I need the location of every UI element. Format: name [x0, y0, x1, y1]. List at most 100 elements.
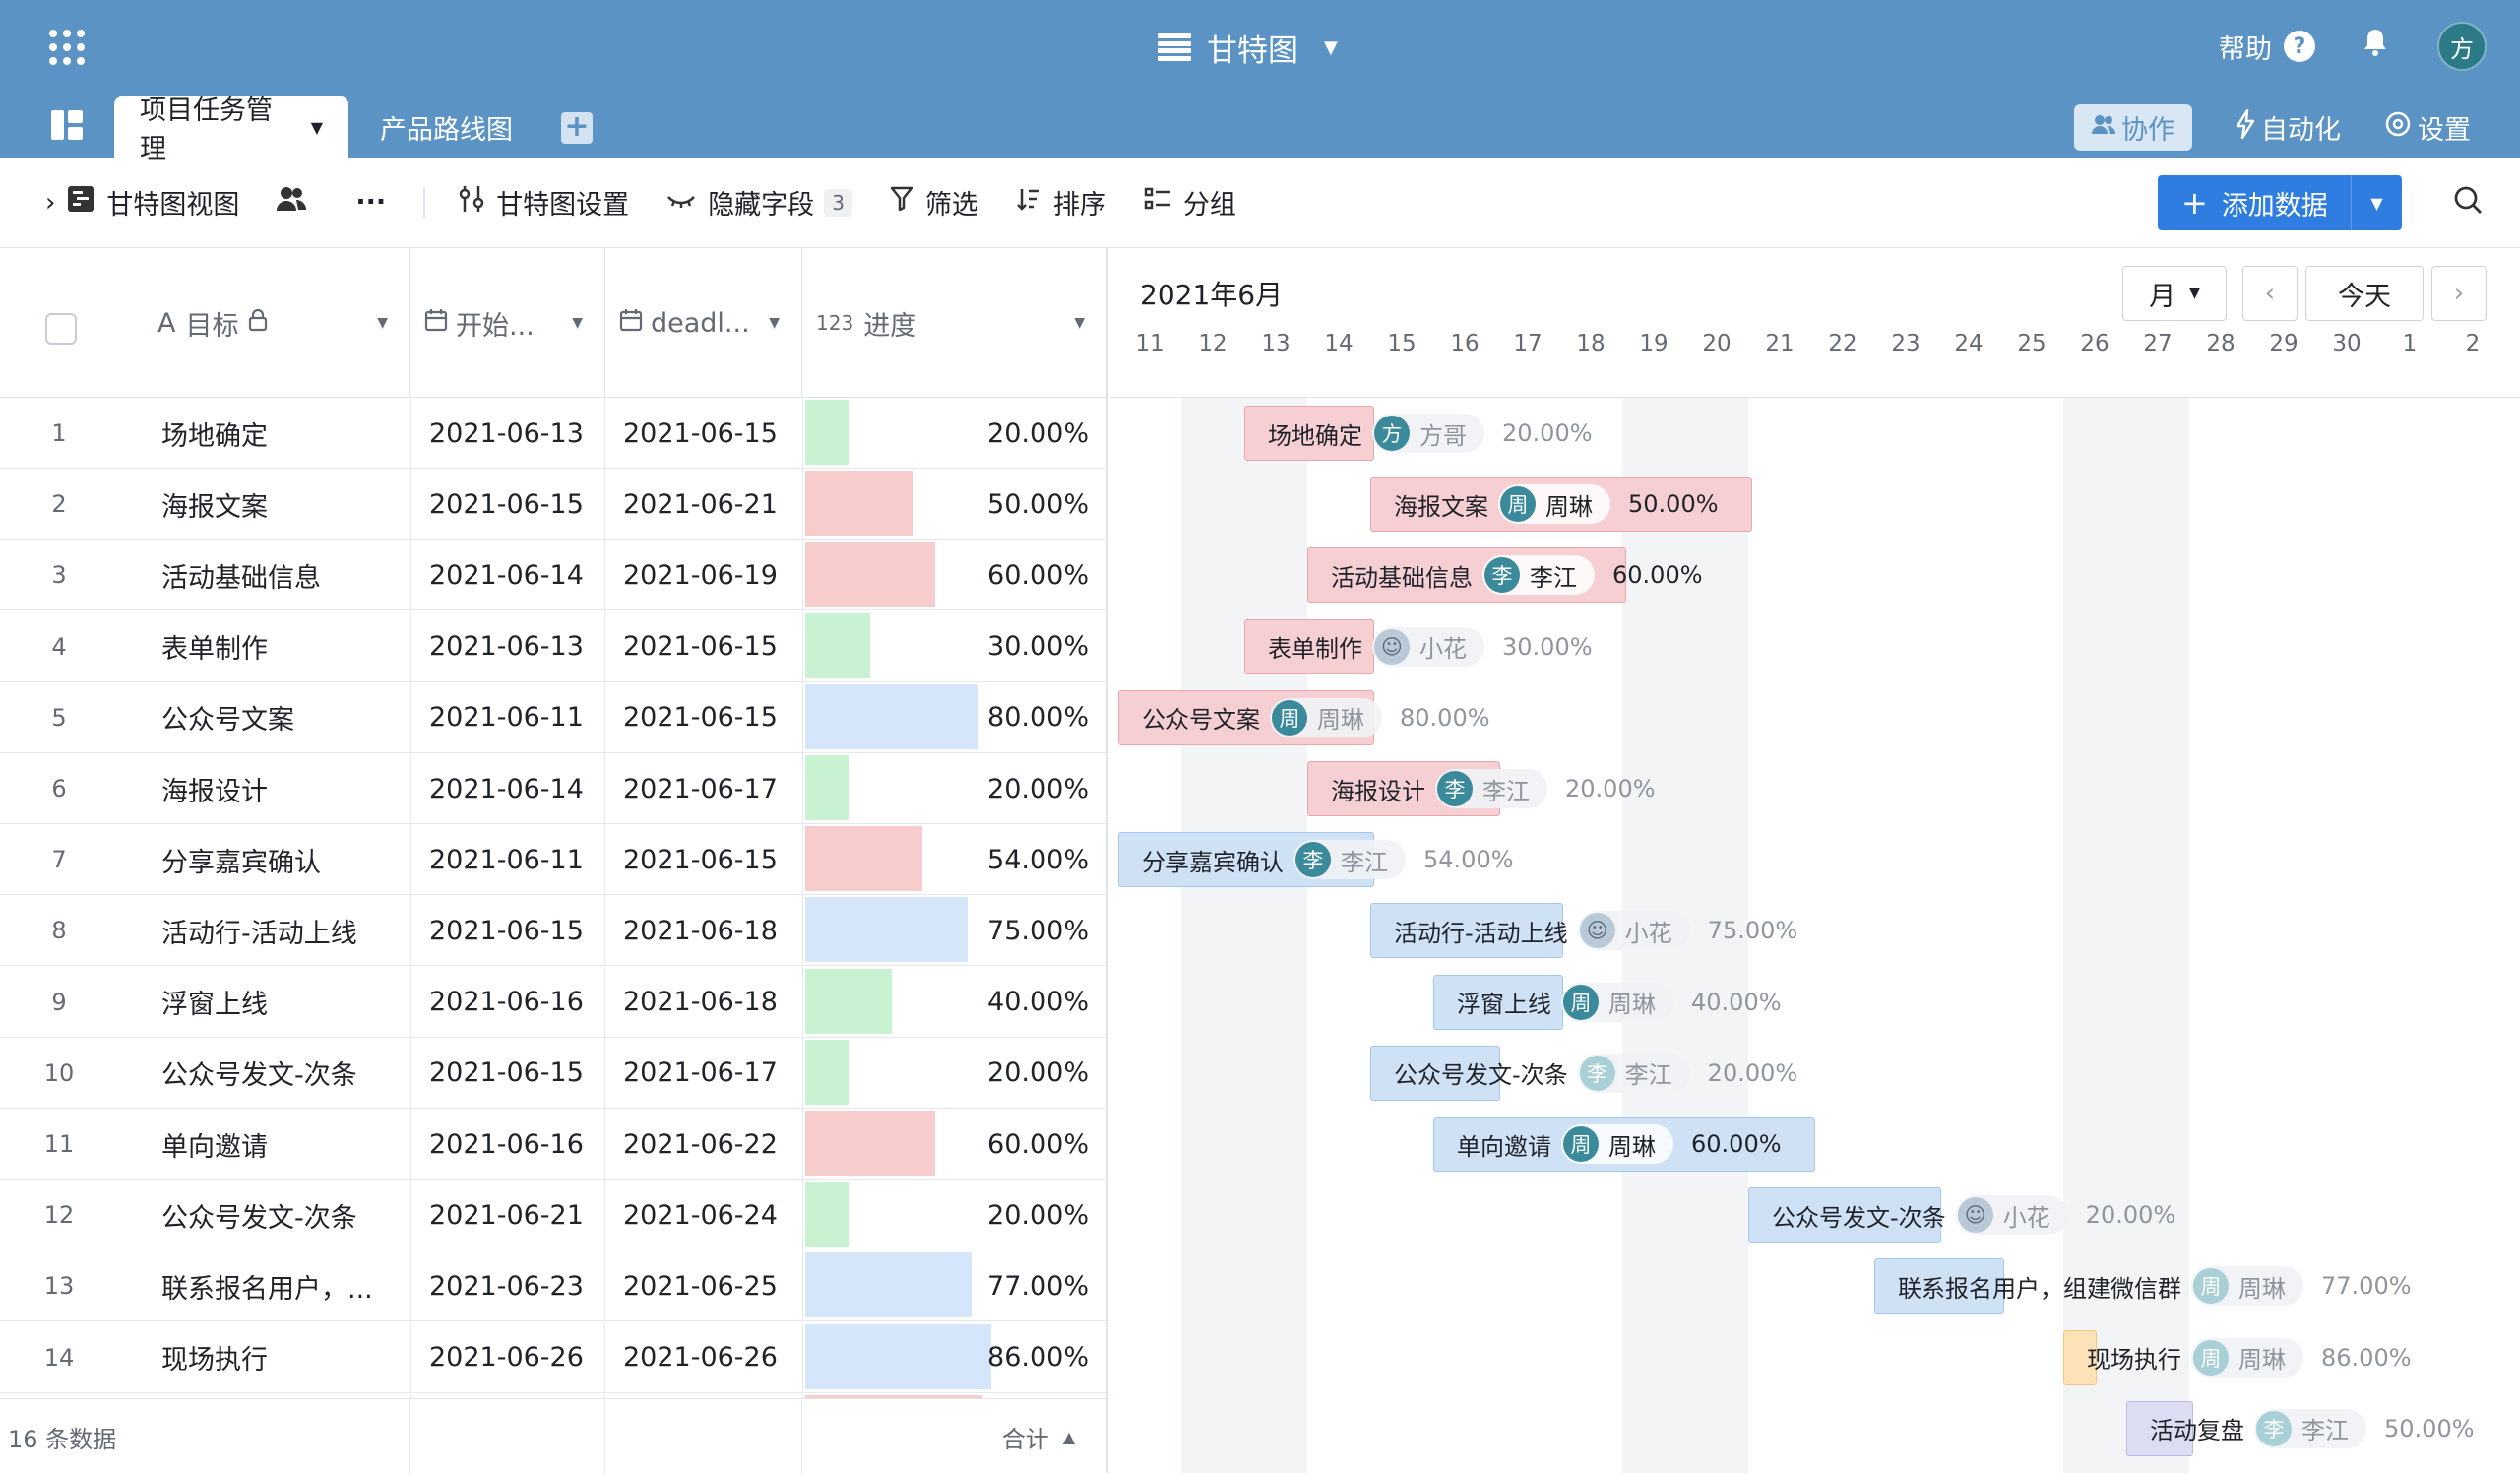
apps-grid-icon[interactable]: [49, 30, 85, 65]
progress-cell[interactable]: 30.00%: [802, 610, 1106, 682]
app-title[interactable]: 甘特图 ▼: [1158, 26, 1338, 69]
task-title-cell[interactable]: 浮窗上线: [161, 967, 408, 1038]
sort-button[interactable]: 排序: [1016, 183, 1106, 222]
more-options-button[interactable]: ···: [355, 187, 386, 218]
start-date-cell[interactable]: 2021-06-15: [410, 1037, 603, 1109]
start-date-cell[interactable]: 2021-06-26: [410, 1321, 603, 1393]
gantt-bar-label[interactable]: 分享嘉宾确认 李 李江 54.00%: [1142, 832, 1514, 887]
progress-cell[interactable]: 40.00%: [802, 966, 1106, 1038]
start-date-cell[interactable]: 2021-06-16: [410, 1109, 603, 1180]
expand-sidebar-button[interactable]: ›: [45, 188, 55, 218]
next-button[interactable]: ›: [2431, 266, 2487, 321]
assignee-chip[interactable]: 李 李江: [1293, 840, 1406, 880]
chevron-down-icon[interactable]: ▼: [572, 315, 583, 331]
table-row[interactable]: 8 活动行-活动上线 2021-06-15 2021-06-18 75.00%: [0, 895, 1106, 967]
start-date-cell[interactable]: 2021-06-11: [410, 824, 603, 896]
gantt-bar-label[interactable]: 表单制作 ☺ 小花 30.00%: [1268, 619, 1593, 674]
progress-cell[interactable]: 77.00%: [802, 1250, 1106, 1322]
bell-icon[interactable]: [2362, 28, 2388, 65]
progress-cell[interactable]: 20.00%: [802, 1037, 1106, 1109]
table-row[interactable]: 9 浮窗上线 2021-06-16 2021-06-18 40.00%: [0, 966, 1106, 1038]
start-date-cell[interactable]: 2021-06-16: [410, 966, 603, 1038]
gantt-bar-label[interactable]: 活动复盘 李 李江 50.00%: [2150, 1401, 2475, 1456]
table-row[interactable]: 13 联系报名用户，... 2021-06-23 2021-06-25 77.0…: [0, 1250, 1106, 1322]
prev-button[interactable]: ‹: [2242, 266, 2298, 321]
assignee-chip[interactable]: 周 周琳: [1270, 697, 1382, 737]
gantt-bar-label[interactable]: 公众号发文-次条 李 李江 20.00%: [1394, 1046, 1797, 1101]
gantt-bar-label[interactable]: 浮窗上线 周 周琳 40.00%: [1457, 975, 1782, 1030]
assignee-chip[interactable]: 周 周琳: [2191, 1266, 2303, 1307]
deadline-cell[interactable]: 2021-06-15: [604, 681, 801, 753]
tab-project-tasks[interactable]: 项目任务管理 ▼: [114, 96, 348, 164]
gantt-bar-label[interactable]: 单向邀请 周 周琳 60.00%: [1457, 1117, 1782, 1172]
assignee-chip[interactable]: 李 李江: [1577, 1053, 1690, 1093]
footer-cell[interactable]: 合计 ▲: [801, 1399, 1106, 1474]
assignee-chip[interactable]: 李 李江: [1482, 555, 1595, 596]
progress-cell[interactable]: 50.00%: [802, 469, 1106, 541]
search-icon[interactable]: [2453, 185, 2483, 215]
table-row[interactable]: 2 海报文案 2021-06-15 2021-06-21 50.00%: [0, 469, 1106, 541]
task-title-cell[interactable]: 海报文案: [161, 469, 408, 540]
chevron-down-icon[interactable]: ▼: [1074, 315, 1085, 331]
start-date-cell[interactable]: 2021-06-14: [410, 540, 603, 611]
table-row[interactable]: 6 海报设计 2021-06-14 2021-06-17 20.00%: [0, 753, 1106, 824]
column-header-progress[interactable]: 123 进度 ▼: [801, 248, 1106, 398]
assignee-chip[interactable]: ☺ 小花: [1955, 1195, 2068, 1236]
start-date-cell[interactable]: 2021-06-15: [410, 469, 603, 541]
task-title-cell[interactable]: 活动基础信息: [161, 540, 408, 610]
task-title-cell[interactable]: 活动行-活动上线: [161, 895, 408, 966]
deadline-cell[interactable]: 2021-06-15: [604, 824, 801, 896]
table-row[interactable]: 1 场地确定 2021-06-13 2021-06-15 20.00%: [0, 398, 1106, 469]
column-header-deadline[interactable]: deadl... ▼: [604, 248, 801, 398]
assignee-chip[interactable]: ☺ 小花: [1372, 626, 1484, 667]
deadline-cell[interactable]: 2021-06-18: [604, 895, 801, 967]
assignee-chip[interactable]: 周 周琳: [1561, 1124, 1673, 1164]
tab-product-roadmap[interactable]: 产品路线图: [354, 96, 538, 158]
deadline-cell[interactable]: 2021-06-17: [604, 753, 801, 824]
filter-button[interactable]: 筛选: [890, 183, 978, 222]
task-title-cell[interactable]: 公众号发文-次条: [161, 1180, 408, 1250]
table-row[interactable]: 5 公众号文案 2021-06-11 2021-06-15 80.00%: [0, 681, 1106, 753]
gantt-settings-button[interactable]: 甘特图设置: [459, 183, 629, 222]
help-link[interactable]: 帮助: [2219, 28, 2272, 66]
table-row[interactable]: 3 活动基础信息 2021-06-14 2021-06-19 60.00%: [0, 540, 1106, 611]
deadline-cell[interactable]: 2021-06-24: [604, 1180, 801, 1251]
gantt-bar-label[interactable]: 场地确定 方 方哥 20.00%: [1268, 406, 1593, 461]
gantt-bar-label[interactable]: 联系报名用户，组建微信群 周 周琳 77.00%: [1898, 1258, 2412, 1314]
assignee-chip[interactable]: 周 周琳: [1498, 484, 1610, 525]
chevron-down-icon[interactable]: ▼: [769, 315, 780, 331]
task-title-cell[interactable]: 海报设计: [161, 753, 408, 824]
view-collaborators-button[interactable]: [277, 186, 318, 219]
task-title-cell[interactable]: 公众号文案: [161, 682, 408, 753]
chevron-down-icon[interactable]: ▼: [1324, 37, 1338, 58]
deadline-cell[interactable]: 2021-06-19: [604, 540, 801, 611]
deadline-cell[interactable]: 2021-06-18: [604, 966, 801, 1038]
assignee-chip[interactable]: 周 周琳: [2191, 1337, 2303, 1378]
start-date-cell[interactable]: 2021-06-15: [410, 895, 603, 967]
assignee-chip[interactable]: 李 李江: [1435, 769, 1547, 808]
table-row[interactable]: 10 公众号发文-次条 2021-06-15 2021-06-17 20.00%: [0, 1037, 1106, 1109]
assignee-chip[interactable]: 李 李江: [2254, 1408, 2366, 1448]
column-header-start[interactable]: 开始... ▼: [410, 248, 604, 398]
deadline-cell[interactable]: 2021-06-22: [604, 1109, 801, 1180]
assignee-chip[interactable]: 周 周琳: [1561, 982, 1673, 1022]
column-header-title[interactable]: A 目标 ▼: [158, 248, 410, 398]
help-icon[interactable]: ?: [2284, 31, 2315, 62]
deadline-cell[interactable]: 2021-06-25: [604, 1250, 801, 1322]
today-button[interactable]: 今天: [2305, 266, 2424, 321]
start-date-cell[interactable]: 2021-06-13: [410, 610, 603, 682]
table-row[interactable]: 4 表单制作 2021-06-13 2021-06-15 30.00%: [0, 610, 1106, 682]
progress-cell[interactable]: 86.00%: [802, 1321, 1106, 1393]
gantt-bar-label[interactable]: 现场执行 周 周琳 86.00%: [2087, 1330, 2412, 1385]
automation-button[interactable]: 自动化: [2236, 108, 2341, 147]
gantt-bar-label[interactable]: 活动行-活动上线 ☺ 小花 75.00%: [1394, 903, 1797, 958]
task-title-cell[interactable]: 公众号发文-次条: [161, 1038, 408, 1109]
start-date-cell[interactable]: 2021-06-14: [410, 753, 603, 824]
scale-select[interactable]: 月 ▼: [2122, 266, 2227, 321]
start-date-cell[interactable]: 2021-06-13: [410, 398, 603, 469]
task-title-cell[interactable]: 场地确定: [161, 398, 408, 469]
progress-cell[interactable]: 75.00%: [802, 895, 1106, 967]
chevron-down-icon[interactable]: ▼: [311, 118, 323, 137]
progress-cell[interactable]: 20.00%: [802, 398, 1106, 469]
progress-cell[interactable]: 60.00%: [802, 540, 1106, 611]
